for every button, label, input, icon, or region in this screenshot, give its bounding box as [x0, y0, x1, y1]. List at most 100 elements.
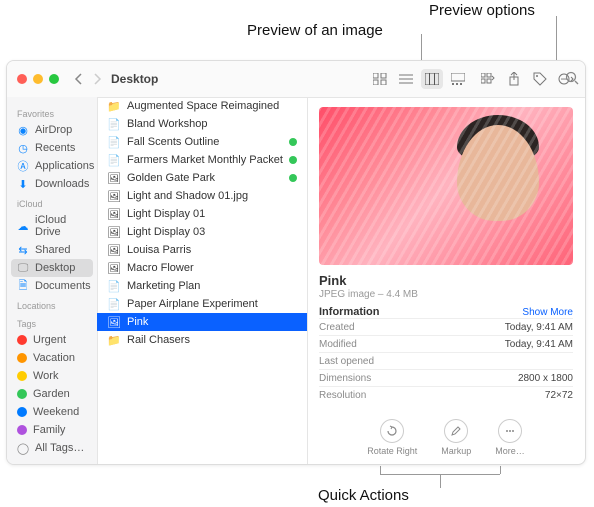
sidebar-tag-garden[interactable]: Garden — [7, 385, 97, 403]
more-icon — [498, 419, 522, 443]
sidebar-item-downloads[interactable]: ⬇Downloads — [7, 175, 97, 193]
nav-buttons — [73, 73, 103, 85]
window-title: Desktop — [111, 72, 158, 86]
green-tag-dot — [289, 156, 297, 164]
doc-icon: 📄 — [107, 153, 121, 167]
cloud-icon: ☁ — [17, 220, 29, 232]
sidebar-header-tags: Tags — [7, 313, 97, 331]
info-row-resolution: Resolution72×72 — [319, 386, 573, 403]
file-item[interactable]: 🖼Golden Gate Park — [97, 169, 307, 187]
desktop-icon: 🖵 — [17, 262, 29, 274]
sidebar-item-desktop[interactable]: 🖵Desktop — [11, 259, 93, 277]
group-by-button[interactable] — [477, 69, 499, 89]
annotation-line — [440, 474, 441, 488]
clock-icon: ◷ — [17, 142, 29, 154]
sidebar-tag-urgent[interactable]: Urgent — [7, 331, 97, 349]
info-row-dimensions: Dimensions2800 x 1800 — [319, 369, 573, 386]
close-button[interactable] — [17, 74, 27, 84]
blue-tag-icon — [17, 407, 27, 417]
sidebar-header-favorites: Favorites — [7, 103, 97, 121]
file-item[interactable]: 📁Rail Chasers — [97, 331, 307, 349]
toolbar: Desktop — [7, 61, 585, 98]
sidebar-item-icloud-drive[interactable]: ☁iCloud Drive — [7, 211, 97, 241]
markup-button[interactable]: Markup — [441, 419, 471, 456]
traffic-lights — [17, 74, 59, 84]
zoom-button[interactable] — [49, 74, 59, 84]
sidebar: Favorites ◉AirDrop ◷Recents ⒶApplication… — [7, 97, 98, 464]
sidebar-item-recents[interactable]: ◷Recents — [7, 139, 97, 157]
doc-icon: 📄 — [107, 279, 121, 293]
image-icon: 🖼 — [107, 189, 121, 203]
red-tag-icon — [17, 335, 27, 345]
documents-icon: 🗎 — [17, 280, 29, 292]
file-item[interactable]: 🖼Light and Shadow 01.jpg — [97, 187, 307, 205]
file-item[interactable]: 📁Augmented Space Reimagined — [97, 97, 307, 115]
info-row-modified: ModifiedToday, 9:41 AM — [319, 335, 573, 352]
sidebar-item-shared[interactable]: ⇆Shared — [7, 241, 97, 259]
preview-meta: JPEG image – 4.4 MB — [319, 289, 573, 300]
sidebar-tag-weekend[interactable]: Weekend — [7, 403, 97, 421]
show-more-link[interactable]: Show More — [522, 307, 573, 318]
markup-icon — [444, 419, 468, 443]
view-gallery-button[interactable] — [447, 69, 469, 89]
file-item[interactable]: 📄Farmers Market Monthly Packet — [97, 151, 307, 169]
toolbar-actions — [477, 69, 577, 89]
file-item[interactable]: 🖼Light Display 01 — [97, 205, 307, 223]
file-item[interactable]: 🖼Louisa Parris — [97, 241, 307, 259]
view-icon-button[interactable] — [369, 69, 391, 89]
back-button[interactable] — [73, 73, 85, 85]
sidebar-item-airdrop[interactable]: ◉AirDrop — [7, 121, 97, 139]
search-button[interactable] — [565, 71, 579, 85]
file-item[interactable]: 📄Bland Workshop — [97, 115, 307, 133]
green-tag-icon — [17, 389, 27, 399]
orange-tag-icon — [17, 353, 27, 363]
sidebar-tag-vacation[interactable]: Vacation — [7, 349, 97, 367]
file-item[interactable]: 📄Fall Scents Outline — [97, 133, 307, 151]
image-icon: 🖼 — [107, 315, 121, 329]
image-icon: 🖼 — [107, 243, 121, 257]
rotate-right-button[interactable]: Rotate Right — [367, 419, 417, 456]
minimize-button[interactable] — [33, 74, 43, 84]
file-item[interactable]: 📄Paper Airplane Experiment — [97, 295, 307, 313]
file-item[interactable]: 🖼Macro Flower — [97, 259, 307, 277]
shared-icon: ⇆ — [17, 244, 29, 256]
sidebar-tag-work[interactable]: Work — [7, 367, 97, 385]
info-row-last-opened: Last opened — [319, 352, 573, 369]
file-item-selected[interactable]: 🖼Pink — [97, 313, 307, 331]
applications-icon: Ⓐ — [17, 160, 29, 172]
folder-icon: 📁 — [107, 99, 121, 113]
file-item[interactable]: 📄Marketing Plan — [97, 277, 307, 295]
sidebar-item-applications[interactable]: ⒶApplications — [7, 157, 97, 175]
sidebar-tag-family[interactable]: Family — [7, 421, 97, 439]
rotate-icon — [380, 419, 404, 443]
forward-button[interactable] — [91, 73, 103, 85]
view-column-button[interactable] — [421, 69, 443, 89]
sidebar-header-icloud: iCloud — [7, 193, 97, 211]
annotation-quick-actions: Quick Actions — [318, 487, 409, 504]
yellow-tag-icon — [17, 371, 27, 381]
file-item[interactable]: 🖼Light Display 03 — [97, 223, 307, 241]
information-header: Information — [319, 306, 380, 318]
tag-button[interactable] — [529, 69, 551, 89]
sidebar-header-locations: Locations — [7, 295, 97, 313]
sidebar-all-tags[interactable]: ◯All Tags… — [7, 439, 97, 457]
annotation-line — [500, 466, 501, 474]
folder-icon: 📁 — [107, 333, 121, 347]
image-icon: 🖼 — [107, 225, 121, 239]
view-mode-group — [369, 69, 469, 89]
downloads-icon: ⬇ — [17, 178, 29, 190]
quick-actions: Rotate Right Markup More… — [319, 413, 573, 458]
doc-icon: 📄 — [107, 117, 121, 131]
finder-window: Desktop Favorites ◉AirDrop ◷Recents ⒶApp… — [6, 60, 586, 465]
view-list-button[interactable] — [395, 69, 417, 89]
preview-pane: Pink JPEG image – 4.4 MB Information Sho… — [307, 97, 585, 464]
image-icon: 🖼 — [107, 171, 121, 185]
all-tags-icon: ◯ — [17, 442, 29, 454]
sidebar-item-documents[interactable]: 🗎Documents — [7, 277, 97, 295]
doc-icon: 📄 — [107, 135, 121, 149]
file-list: 📁Augmented Space Reimagined 📄Bland Works… — [97, 97, 308, 464]
preview-thumbnail — [319, 107, 573, 265]
airdrop-icon: ◉ — [17, 124, 29, 136]
share-button[interactable] — [503, 69, 525, 89]
more-actions-button[interactable]: More… — [495, 419, 525, 456]
